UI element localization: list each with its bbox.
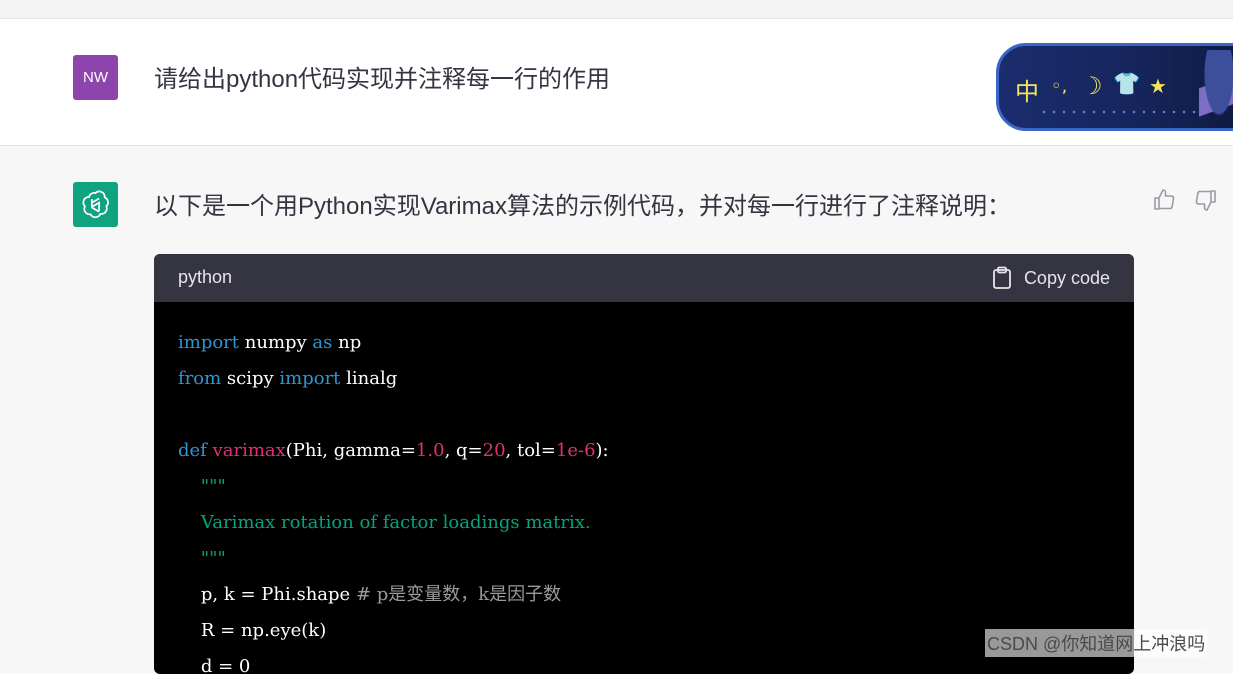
code-token-keyword: def xyxy=(178,440,207,461)
code-token: p, k = Phi.shape xyxy=(178,584,356,605)
code-token-comment: # p是变量数，k是因子数 xyxy=(355,584,562,605)
ime-decoration xyxy=(1039,108,1199,116)
code-token-keyword: import xyxy=(178,332,240,353)
code-token: scipy xyxy=(221,368,280,389)
code-line: d = 0 xyxy=(178,656,251,674)
code-line-docstring: Varimax rotation of factor loadings matr… xyxy=(178,512,591,533)
code-token-number: 1.0 xyxy=(415,440,445,461)
thumbs-up-icon[interactable] xyxy=(1152,188,1176,212)
code-token: linalg xyxy=(340,368,398,389)
code-line-docstring: """ xyxy=(178,548,226,569)
openai-logo-icon xyxy=(82,190,109,219)
code-token-function: varimax xyxy=(206,440,286,461)
code-token-keyword: as xyxy=(312,332,333,353)
ime-skin-icon[interactable]: 👕 xyxy=(1113,72,1140,97)
ime-star-icon[interactable]: ★ xyxy=(1149,74,1167,98)
user-avatar-initials: NW xyxy=(83,69,108,86)
code-line-docstring: """ xyxy=(178,476,226,497)
user-message-text: 请给出python代码实现并注释每一行的作用 xyxy=(154,66,611,93)
code-token-keyword: from xyxy=(178,368,222,389)
user-avatar: NW xyxy=(73,55,118,100)
code-block-header: python Copy code xyxy=(154,254,1134,302)
code-line: p, k = Phi.shape # p是变量数，k是因子数 xyxy=(178,585,1134,621)
code-token: np xyxy=(332,332,362,353)
clipboard-icon xyxy=(993,266,1011,289)
ime-punctuation[interactable]: ◦, xyxy=(1051,76,1067,97)
code-content[interactable]: import numpy as np from scipy import lin… xyxy=(154,302,1134,674)
thumbs-down-icon[interactable] xyxy=(1194,188,1218,212)
code-token-number: 20 xyxy=(482,440,506,461)
code-line: from scipy import linalg xyxy=(178,369,1134,405)
copy-code-label: Copy code xyxy=(1023,267,1110,288)
csdn-watermark: CSDN @你知道网上冲浪吗 xyxy=(985,629,1208,657)
code-language-label: python xyxy=(178,267,233,287)
top-strip xyxy=(0,0,1233,19)
code-token-keyword: import xyxy=(279,368,341,389)
ime-mode-chinese[interactable]: 中 xyxy=(1015,72,1039,107)
code-token: (Phi, gamma= xyxy=(285,440,416,461)
code-token: ): xyxy=(595,440,609,461)
copy-code-button[interactable]: Copy code xyxy=(992,266,1110,290)
code-block: python Copy code import numpy as np from… xyxy=(154,254,1134,674)
ime-moon-icon[interactable]: ☽ xyxy=(1081,72,1103,100)
code-token-number: 1e-6 xyxy=(555,440,596,461)
user-message-row: NW 请给出python代码实现并注释每一行的作用 中 ◦, ☽ 👕 ★ xyxy=(0,19,1233,146)
code-token: , q= xyxy=(444,440,483,461)
assistant-avatar xyxy=(73,182,118,227)
code-token: numpy xyxy=(239,332,313,353)
code-line: import numpy as np xyxy=(178,333,1134,369)
assistant-message-text: 以下是一个用Python实现Varimax算法的示例代码，并对每一行进行了注释说… xyxy=(154,193,1011,220)
ime-character-art xyxy=(1199,50,1233,128)
code-token: , tol= xyxy=(505,440,556,461)
ime-toolbar[interactable]: 中 ◦, ☽ 👕 ★ xyxy=(996,43,1233,131)
code-line: def varimax(Phi, gamma=1.0, q=20, tol=1e… xyxy=(178,441,1134,477)
